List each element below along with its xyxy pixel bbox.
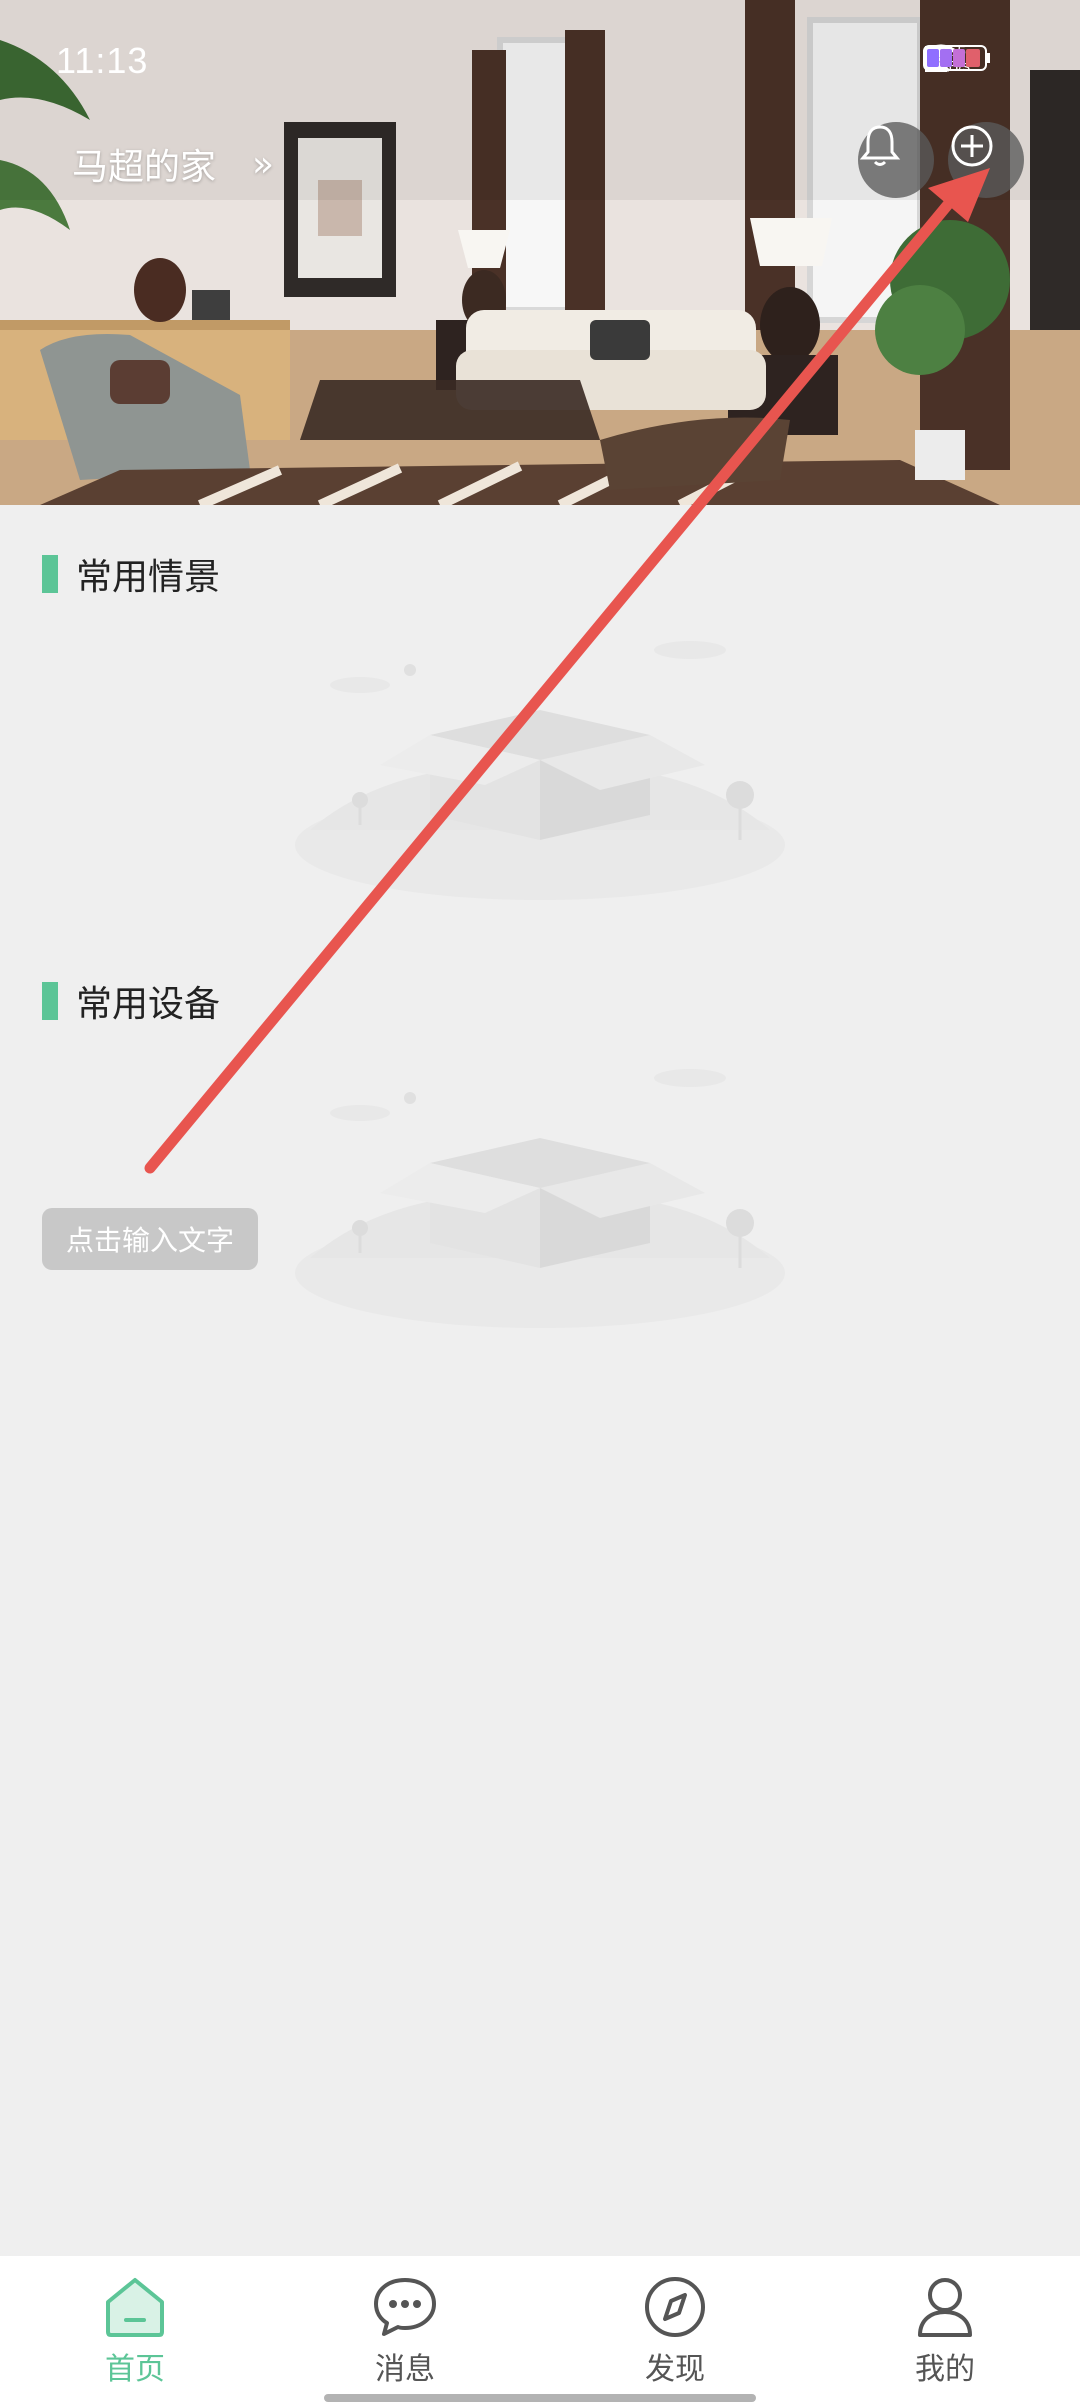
add-button[interactable] [948, 122, 1024, 198]
devices-title-text: 常用设备 [76, 984, 221, 1025]
plus-circle-icon [951, 125, 993, 167]
nav-messages[interactable]: 消息 [270, 2256, 540, 2408]
nav-mine[interactable]: 我的 [810, 2256, 1080, 2408]
status-icons: 2.5 kB/s [922, 44, 1024, 74]
notification-button[interactable] [858, 122, 934, 198]
nav-discover[interactable]: 发现 [540, 2256, 810, 2408]
nav-mine-label: 我的 [915, 2352, 975, 2387]
nav-home-label: 首页 [105, 2352, 165, 2387]
compass-icon [645, 2277, 705, 2337]
home-name: 马超的家 [72, 147, 217, 188]
nav-discover-label: 发现 [645, 2352, 705, 2387]
scenes-section-title: 常用情景 [42, 548, 220, 600]
person-icon [918, 2278, 972, 2337]
home-indicator[interactable] [324, 2394, 756, 2402]
section-accent-bar [42, 982, 58, 1020]
double-chevron-icon: » [252, 143, 275, 185]
nav-home[interactable]: 首页 [0, 2256, 270, 2408]
text-input-hint[interactable]: 点击输入文字 [42, 1208, 258, 1270]
devices-section-title: 常用设备 [42, 975, 220, 1027]
chat-bubble-icon [374, 2278, 436, 2336]
status-time: 11:13 [56, 40, 149, 81]
section-accent-bar [42, 555, 58, 593]
home-selector[interactable]: 马超的家 » [72, 138, 274, 190]
home-icon [106, 2278, 164, 2337]
nav-messages-label: 消息 [375, 2352, 435, 2387]
living-room-photo [0, 0, 1080, 505]
bottom-nav: 首页 消息 发现 我的 [0, 2256, 1080, 2408]
empty-box-illustration [295, 641, 785, 900]
bell-icon [859, 125, 901, 166]
empty-box-illustration [295, 1069, 785, 1328]
scenes-title-text: 常用情景 [76, 557, 221, 598]
header-banner: 11:13 2.5 kB/s [0, 0, 1080, 505]
